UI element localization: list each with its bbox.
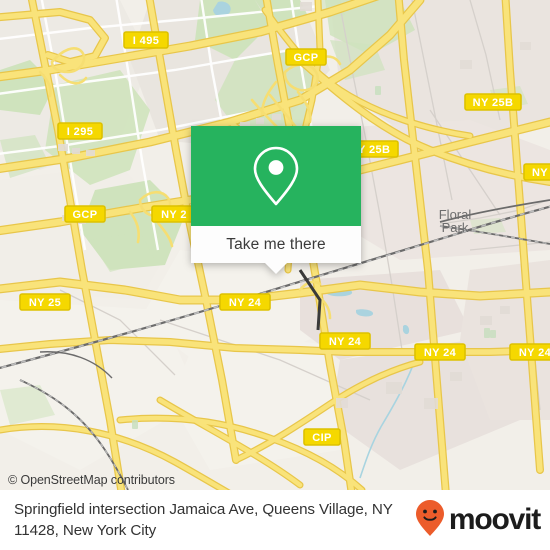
road-shield-label: NY 24 xyxy=(424,347,457,359)
road-shield-label: NY 24 xyxy=(519,347,550,359)
road-shield-label: NY 24 xyxy=(329,336,362,348)
road-shield-i-295: I 295 xyxy=(57,122,103,140)
moovit-brand[interactable]: moovit xyxy=(415,499,541,542)
moovit-wordmark: moovit xyxy=(448,503,541,536)
take-me-there-callout[interactable]: Take me there xyxy=(191,126,361,274)
map-screenshot: Floral Park I 495 GCP NY 25B I 295 NY 25… xyxy=(0,0,550,550)
road-shield-label: NY 24 xyxy=(229,297,262,309)
moovit-pin-smile-icon xyxy=(415,499,445,542)
road-shield-ny-edge: NY xyxy=(523,163,550,181)
road-shield-ny-24-d: NY 24 xyxy=(509,343,550,361)
road-shield-label: I 495 xyxy=(133,35,159,47)
road-shield-label: NY 25B xyxy=(473,97,514,109)
take-me-there-label: Take me there xyxy=(226,235,326,253)
road-shield-label: CIP xyxy=(312,432,332,444)
road-shield-ny-24-a: NY 24 xyxy=(219,293,271,311)
road-shield-ny-25b-right: NY 25B xyxy=(464,93,522,111)
road-shield-gcp-top: GCP xyxy=(285,48,327,66)
callout-label-bar[interactable]: Take me there xyxy=(191,226,361,263)
road-shield-label: GCP xyxy=(72,209,97,221)
road-shield-ny-24-b: NY 24 xyxy=(319,332,371,350)
map-place-label-floral-park: Floral Park xyxy=(439,207,472,235)
map-pin-icon xyxy=(250,145,302,207)
road-shield-ny-24-c: NY 24 xyxy=(414,343,466,361)
footer-bar: Springfield intersection Jamaica Ave, Qu… xyxy=(0,490,550,550)
road-shield-label: NY 2 xyxy=(161,209,187,221)
road-shield-label: NY 25 xyxy=(29,297,61,309)
map-attribution: © OpenStreetMap contributors xyxy=(8,473,175,487)
road-shield-cip: CIP xyxy=(303,428,341,446)
location-description: Springfield intersection Jamaica Ave, Qu… xyxy=(14,501,393,539)
callout-pointer-tail xyxy=(265,263,287,274)
road-shield-i-495: I 495 xyxy=(123,31,169,49)
road-shield-ny-25: NY 25 xyxy=(19,293,71,311)
road-shield-label: NY xyxy=(532,167,548,179)
callout-icon-area xyxy=(191,126,361,226)
road-shield-label: GCP xyxy=(293,52,318,64)
road-shield-gcp-left: GCP xyxy=(64,205,106,223)
place-label-line2: Park xyxy=(442,220,469,235)
road-shield-label: I 295 xyxy=(67,126,93,138)
